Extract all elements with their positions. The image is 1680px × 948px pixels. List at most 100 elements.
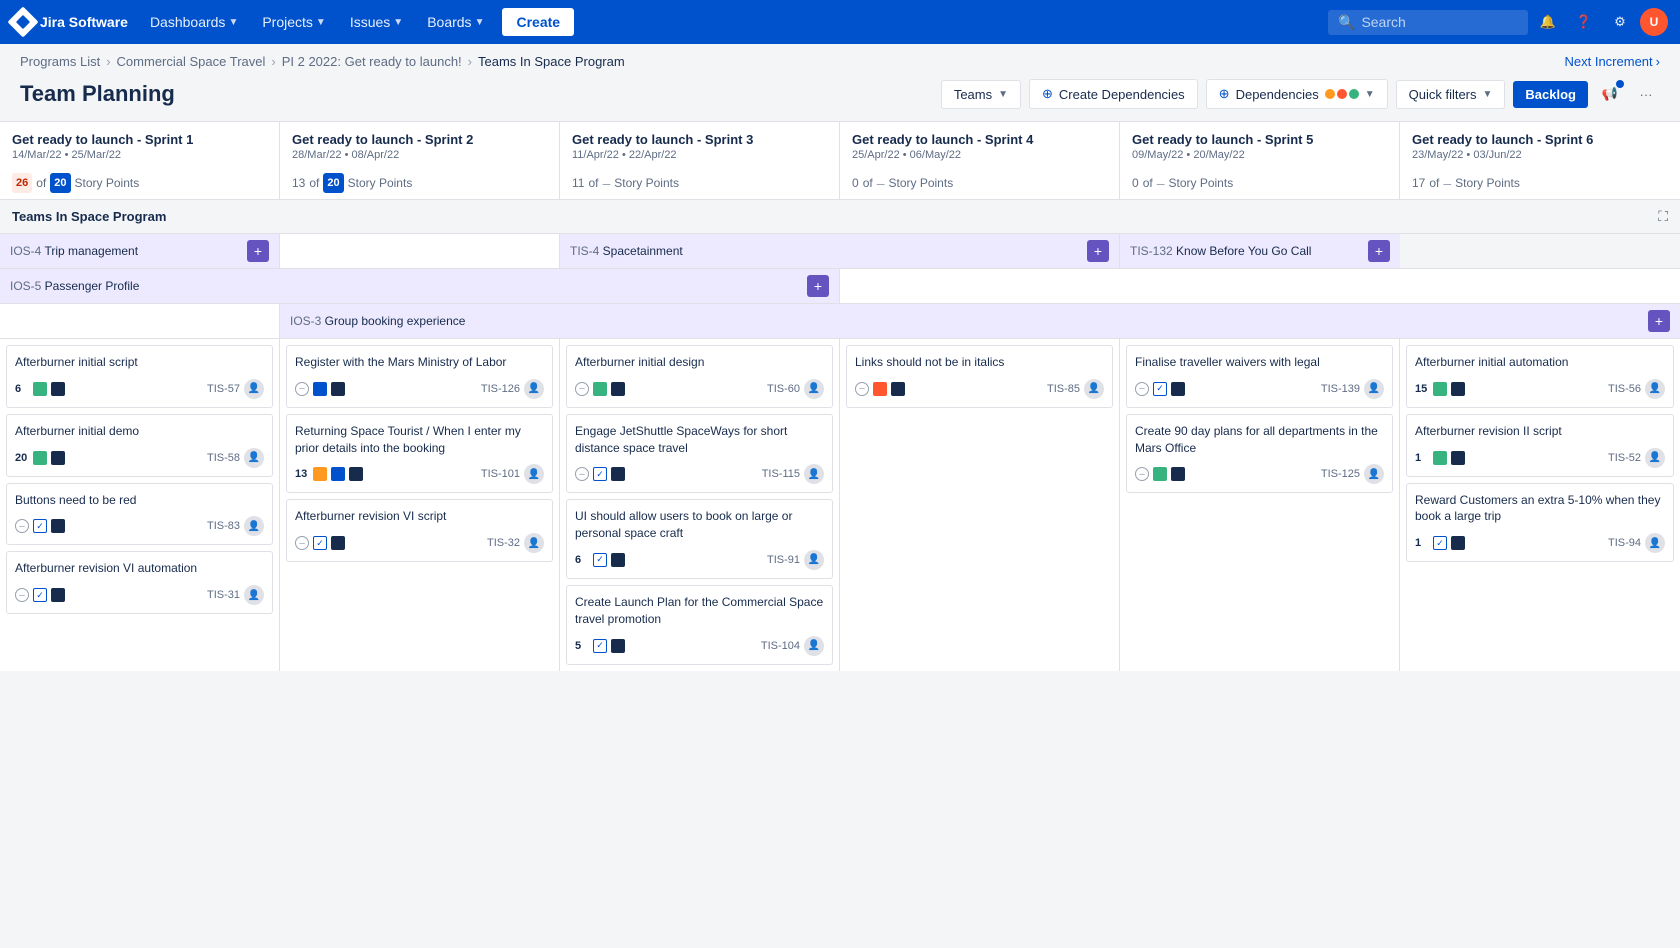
card-tis115[interactable]: Engage JetShuttle SpaceWays for short di… bbox=[566, 414, 833, 494]
teams-button[interactable]: Teams ▼ bbox=[941, 80, 1021, 109]
points-target-2: 20 bbox=[323, 173, 343, 193]
epic-row-3: IOS-3 Group booking experience + bbox=[0, 304, 1680, 339]
card-tis83[interactable]: Buttons need to be red – ✓ TIS-83 👤 bbox=[6, 483, 273, 546]
chevron-down-icon: ▼ bbox=[228, 17, 238, 28]
nav-dashboards[interactable]: Dashboards ▼ bbox=[140, 10, 248, 34]
sprint-header-2: Get ready to launch - Sprint 2 28/Mar/22… bbox=[280, 122, 560, 167]
breadcrumb-space-travel[interactable]: Commercial Space Travel bbox=[117, 54, 266, 69]
epic-cell-ios5[interactable]: IOS-5 Passenger Profile + bbox=[0, 269, 840, 303]
top-navigation: Jira Software Dashboards ▼ Projects ▼ Is… bbox=[0, 0, 1680, 44]
type-icon bbox=[1153, 467, 1167, 481]
breadcrumb-separator: › bbox=[106, 54, 110, 69]
chevron-down-icon: ▼ bbox=[475, 17, 485, 28]
card-tis58[interactable]: Afterburner initial demo 20 TIS-58 👤 bbox=[6, 414, 273, 477]
priority-dash-icon: – bbox=[575, 382, 589, 396]
card-tis52[interactable]: Afterburner revision II script 1 TIS-52 … bbox=[1406, 414, 1674, 477]
notification-badge bbox=[1616, 80, 1624, 88]
type-icon bbox=[331, 382, 345, 396]
create-button[interactable]: Create bbox=[502, 8, 574, 36]
card-tis32[interactable]: Afterburner revision VI script – ✓ TIS-3… bbox=[286, 499, 553, 562]
search-icon: 🔍 bbox=[1338, 14, 1355, 31]
type-icon bbox=[33, 451, 47, 465]
nav-boards[interactable]: Boards ▼ bbox=[417, 10, 494, 34]
sprint-name-6: Get ready to launch - Sprint 6 bbox=[1412, 132, 1668, 147]
sprint-name-1: Get ready to launch - Sprint 1 bbox=[12, 132, 267, 147]
type-icon bbox=[51, 451, 65, 465]
type-icon bbox=[51, 588, 65, 602]
epic-cell-ios3[interactable]: IOS-3 Group booking experience + bbox=[280, 304, 1680, 338]
points-dash-6: – bbox=[1443, 175, 1451, 191]
card-avatar: 👤 bbox=[804, 636, 824, 656]
sprint-dates-1: 14/Mar/22 • 25/Mar/22 bbox=[12, 149, 267, 161]
card-avatar: 👤 bbox=[804, 550, 824, 570]
more-options-button[interactable]: ··· bbox=[1632, 80, 1660, 108]
card-tis94[interactable]: Reward Customers an extra 5-10% when the… bbox=[1406, 483, 1674, 563]
sprint-header-6: Get ready to launch - Sprint 6 23/May/22… bbox=[1400, 122, 1680, 167]
epic-cell-tis4[interactable]: TIS-4 Spacetainment + bbox=[560, 234, 1120, 268]
card-column-1: Afterburner initial script 6 TIS-57 👤 Af… bbox=[0, 339, 280, 671]
card-tis125[interactable]: Create 90 day plans for all departments … bbox=[1126, 414, 1393, 494]
backlog-button[interactable]: Backlog bbox=[1513, 81, 1588, 108]
epic-empty-1 bbox=[280, 234, 560, 268]
nav-projects[interactable]: Projects ▼ bbox=[252, 10, 335, 34]
sprint-header-1: Get ready to launch - Sprint 1 14/Mar/22… bbox=[0, 122, 280, 167]
search-bar[interactable]: 🔍 Search bbox=[1328, 10, 1528, 35]
card-tis60[interactable]: Afterburner initial design – TIS-60 👤 bbox=[566, 345, 833, 408]
card-tis104[interactable]: Create Launch Plan for the Commercial Sp… bbox=[566, 585, 833, 665]
expand-icon[interactable]: ⛶ bbox=[1658, 208, 1668, 225]
epic-add-button[interactable]: + bbox=[247, 240, 269, 262]
type-icon bbox=[313, 382, 327, 396]
page-title: Team Planning bbox=[20, 81, 175, 107]
notifications-button[interactable]: 🔔 bbox=[1532, 6, 1564, 38]
create-dependencies-button[interactable]: ⊕ Create Dependencies bbox=[1029, 79, 1198, 109]
epic-add-button[interactable]: + bbox=[1087, 240, 1109, 262]
header-actions: Teams ▼ ⊕ Create Dependencies ⊕ Dependen… bbox=[941, 79, 1660, 109]
epic-cell-ios4[interactable]: IOS-4 Trip management + bbox=[0, 234, 280, 268]
type-icon bbox=[33, 382, 47, 396]
sprint-dates-6: 23/May/22 • 03/Jun/22 bbox=[1412, 149, 1668, 161]
dependencies-button[interactable]: ⊕ Dependencies ▼ bbox=[1206, 79, 1388, 109]
card-tis85[interactable]: Links should not be in italics – TIS-85 … bbox=[846, 345, 1113, 408]
nav-issues[interactable]: Issues ▼ bbox=[340, 10, 413, 34]
priority-dash-icon: – bbox=[295, 536, 309, 550]
settings-button[interactable]: ⚙ bbox=[1604, 6, 1636, 38]
type-icon bbox=[1433, 382, 1447, 396]
breadcrumb-current: Teams In Space Program bbox=[478, 54, 625, 69]
card-tis139[interactable]: Finalise traveller waivers with legal – … bbox=[1126, 345, 1393, 408]
card-avatar: 👤 bbox=[244, 448, 264, 468]
card-tis91[interactable]: UI should allow users to book on large o… bbox=[566, 499, 833, 579]
card-tis31[interactable]: Afterburner revision VI automation – ✓ T… bbox=[6, 551, 273, 614]
points-current-1: 26 bbox=[12, 173, 32, 193]
sprint-name-4: Get ready to launch - Sprint 4 bbox=[852, 132, 1107, 147]
sprint-dates-5: 09/May/22 • 20/May/22 bbox=[1132, 149, 1387, 161]
next-increment-button[interactable]: Next Increment › bbox=[1565, 54, 1661, 69]
points-target-1: 20 bbox=[50, 173, 70, 193]
breadcrumb-programs-list[interactable]: Programs List bbox=[20, 54, 100, 69]
page-header: Team Planning Teams ▼ ⊕ Create Dependenc… bbox=[0, 75, 1680, 121]
team-section-header: Teams In Space Program ⛶ bbox=[0, 200, 1680, 234]
epic-add-button[interactable]: + bbox=[1368, 240, 1390, 262]
app-logo[interactable]: Jira Software bbox=[12, 11, 128, 33]
card-column-6: Afterburner initial automation 15 TIS-56… bbox=[1400, 339, 1680, 671]
breadcrumb-pi2[interactable]: PI 2 2022: Get ready to launch! bbox=[282, 54, 462, 69]
epic-cell-tis132[interactable]: TIS-132 Know Before You Go Call + bbox=[1120, 234, 1400, 268]
card-tis56[interactable]: Afterburner initial automation 15 TIS-56… bbox=[1406, 345, 1674, 408]
card-avatar: 👤 bbox=[1084, 379, 1104, 399]
card-tis101[interactable]: Returning Space Tourist / When I enter m… bbox=[286, 414, 553, 494]
chevron-down-icon: ▼ bbox=[1483, 89, 1493, 100]
user-avatar[interactable]: U bbox=[1640, 8, 1668, 36]
quick-filters-button[interactable]: Quick filters ▼ bbox=[1396, 80, 1506, 109]
type-icon bbox=[51, 382, 65, 396]
epic-add-button[interactable]: + bbox=[807, 275, 829, 297]
epic-add-button[interactable]: + bbox=[1648, 310, 1670, 332]
card-avatar: 👤 bbox=[244, 585, 264, 605]
type-icon bbox=[51, 519, 65, 533]
card-avatar: 👤 bbox=[804, 379, 824, 399]
sprint-header-5: Get ready to launch - Sprint 5 09/May/22… bbox=[1120, 122, 1400, 167]
card-avatar: 👤 bbox=[524, 533, 544, 553]
check-icon: ✓ bbox=[33, 588, 47, 602]
help-button[interactable]: ❓ bbox=[1568, 6, 1600, 38]
type-icon bbox=[611, 382, 625, 396]
card-tis126[interactable]: Register with the Mars Ministry of Labor… bbox=[286, 345, 553, 408]
card-tis57[interactable]: Afterburner initial script 6 TIS-57 👤 bbox=[6, 345, 273, 408]
